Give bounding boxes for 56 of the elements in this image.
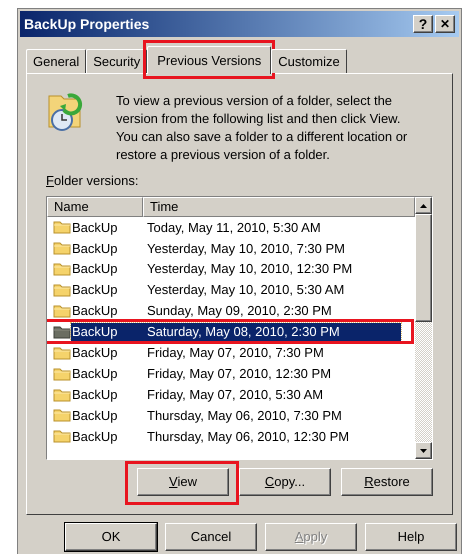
- window-title: BackUp Properties: [24, 14, 150, 34]
- time-cell-text: Saturday, May 08, 2010, 2:30 PM: [147, 323, 340, 342]
- help-button[interactable]: ?: [413, 15, 433, 33]
- list-row[interactable]: BackUp Thursday, May 06, 2010, 7:30 PM: [71, 406, 342, 424]
- list-row[interactable]: BackUp Friday, May 07, 2010, 7:30 PM: [71, 344, 324, 362]
- name-cell-text: BackUp: [71, 406, 119, 425]
- time-cell-text: Thursday, May 06, 2010, 12:30 PM: [147, 428, 350, 446]
- dialog-button[interactable]: Help: [365, 523, 457, 551]
- action-button[interactable]: Copy...: [239, 468, 331, 496]
- time-cell-text: Friday, May 07, 2010, 12:30 PM: [147, 364, 332, 383]
- up-arrow-icon: [420, 204, 427, 208]
- name-cell-text: BackUp: [71, 302, 119, 320]
- list-row[interactable]: BackUp Friday, May 07, 2010, 5:30 AM: [71, 386, 324, 404]
- intro-text: To view a previous version of a folder, select the version from the following list and then click View. You can also save a folder to a different location or restore a previous version of a folder.: [116, 92, 408, 164]
- dialog-button[interactable]: Cancel: [165, 523, 257, 551]
- name-cell-text: BackUp: [71, 364, 119, 383]
- tab[interactable]: Customize: [271, 49, 347, 73]
- time-cell-text: Yesterday, May 10, 2010, 12:30 PM: [147, 260, 352, 278]
- time-cell-text: Friday, May 07, 2010, 7:30 PM: [147, 344, 324, 362]
- name-cell-text: BackUp: [71, 386, 119, 404]
- column-header[interactable]: Time: [143, 197, 415, 217]
- list-row[interactable]: BackUp Sunday, May 09, 2010, 2:30 PM: [71, 302, 332, 320]
- down-arrow-icon: [420, 448, 427, 452]
- tab[interactable]: Security: [86, 49, 148, 73]
- time-cell-text: Friday, May 07, 2010, 5:30 AM: [147, 386, 324, 404]
- name-cell-text: BackUp: [71, 240, 119, 258]
- list-row[interactable]: BackUp Yesterday, May 10, 2010, 5:30 AM: [71, 281, 344, 300]
- scrollbar[interactable]: [415, 197, 432, 459]
- tab[interactable]: Previous Versions: [147, 46, 272, 74]
- time-cell-text: Sunday, May 09, 2010, 2:30 PM: [147, 302, 332, 320]
- time-cell-text: Today, May 11, 2010, 5:30 AM: [147, 218, 321, 237]
- tab[interactable]: General: [26, 49, 86, 73]
- name-cell-text: BackUp: [71, 428, 119, 446]
- time-cell-text: Yesterday, May 10, 2010, 5:30 AM: [147, 281, 344, 300]
- scroll-thumb[interactable]: [415, 214, 432, 322]
- action-button[interactable]: View: [137, 468, 229, 496]
- dialog-button[interactable]: OK: [65, 523, 157, 551]
- list-row[interactable]: BackUp Yesterday, May 10, 2010, 7:30 PM: [71, 239, 346, 258]
- name-cell-text: BackUp: [71, 260, 119, 278]
- name-cell-text: BackUp: [71, 281, 119, 300]
- name-cell-text: BackUp: [71, 323, 119, 342]
- time-cell-text: Thursday, May 06, 2010, 7:30 PM: [147, 406, 342, 425]
- action-button[interactable]: Restore: [341, 468, 433, 496]
- scroll-down-button[interactable]: [415, 442, 432, 459]
- list-row[interactable]: BackUp Saturday, May 08, 2010, 2:30 PM: [71, 322, 401, 341]
- scroll-up-button[interactable]: [415, 197, 432, 214]
- list-row[interactable]: BackUp Friday, May 07, 2010, 12:30 PM: [71, 364, 332, 383]
- column-header[interactable]: Name: [47, 197, 143, 217]
- name-cell-text: BackUp: [71, 218, 119, 237]
- name-cell-text: BackUp: [71, 344, 119, 362]
- list-row[interactable]: BackUp Yesterday, May 10, 2010, 12:30 PM: [71, 260, 352, 278]
- close-button[interactable]: ✕: [435, 15, 455, 33]
- list-label: Folder versions:: [46, 172, 140, 190]
- time-cell-text: Yesterday, May 10, 2010, 7:30 PM: [147, 240, 346, 258]
- list-row[interactable]: BackUp Thursday, May 06, 2010, 12:30 PM: [71, 427, 350, 446]
- list-row[interactable]: BackUp Today, May 11, 2010, 5:30 AM: [71, 218, 321, 236]
